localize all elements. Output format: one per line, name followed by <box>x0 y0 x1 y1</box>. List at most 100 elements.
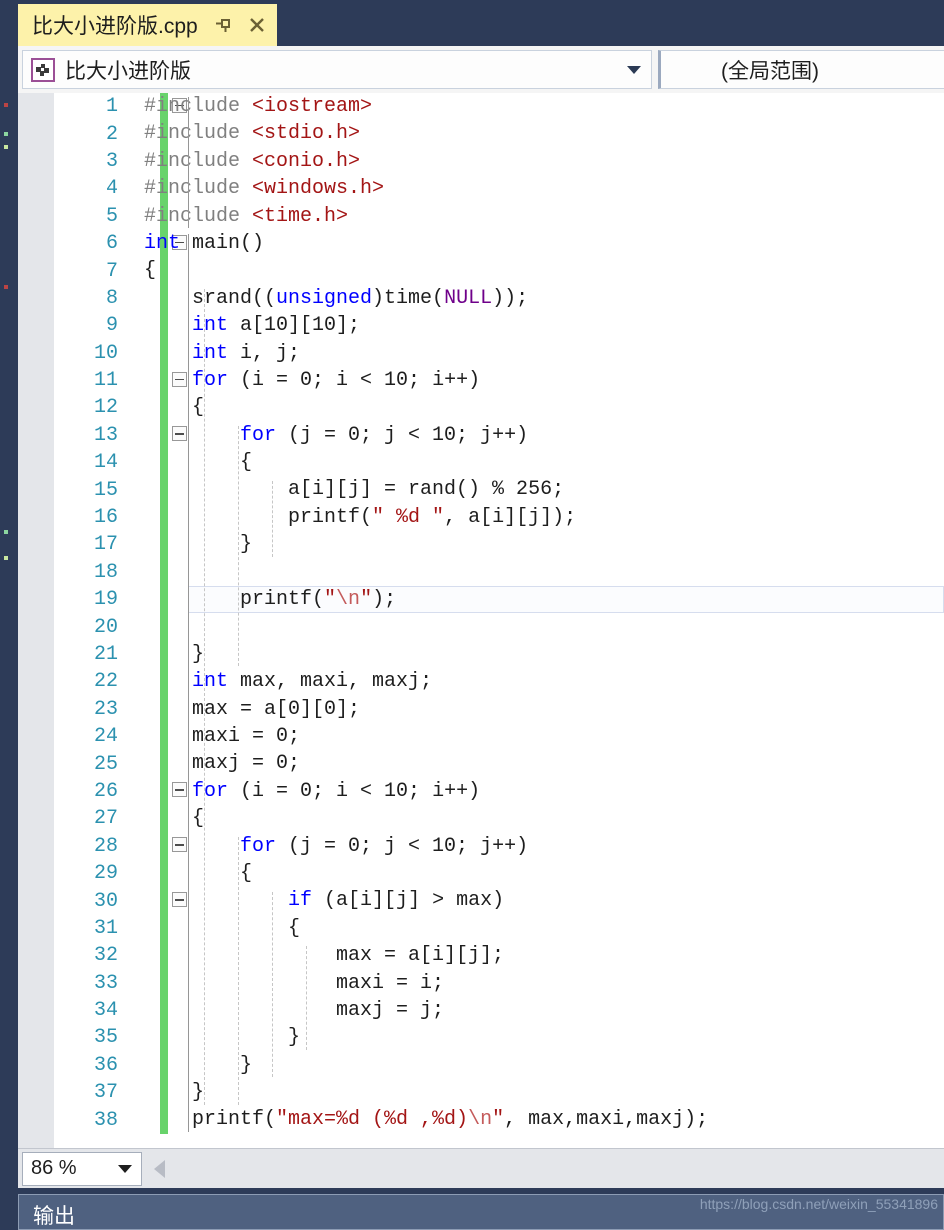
chevron-down-icon[interactable] <box>627 65 641 74</box>
code-line[interactable]: 9 int a[10][10]; <box>18 312 944 340</box>
chevron-down-icon[interactable] <box>118 1164 132 1173</box>
line-number: 17 <box>93 533 118 557</box>
tab-title: 比大小进阶版.cpp <box>32 15 198 38</box>
scroll-left-arrow-icon[interactable] <box>154 1159 165 1178</box>
code-text: } <box>144 1081 205 1105</box>
scope-dropdown-project[interactable]: 比大小进阶版 <box>22 50 652 89</box>
rail-marker <box>4 530 8 534</box>
close-icon[interactable] <box>247 15 267 35</box>
code-text: int i, j; <box>192 341 301 365</box>
code-text: #include <windows.h> <box>144 177 385 201</box>
code-line[interactable]: 29 { <box>18 859 944 888</box>
code-line[interactable]: 28 for (j = 0; j < 10; j++) <box>18 832 944 860</box>
line-number: 35 <box>93 1026 118 1050</box>
indent-guide <box>188 234 189 1133</box>
line-number: 6 <box>105 232 118 256</box>
line-number: 19 <box>93 588 118 612</box>
line-number: 13 <box>93 423 118 447</box>
rail-marker <box>4 103 8 107</box>
code-text: { <box>144 916 301 940</box>
code-text: { <box>144 259 157 283</box>
editor-navigation-bar: 比大小进阶版 (全局范围) <box>18 46 944 94</box>
code-text: { <box>144 396 205 420</box>
code-line[interactable]: 8 srand((unsigned)time(NULL)); <box>18 284 944 313</box>
code-line[interactable]: 7{ <box>18 257 944 285</box>
code-line[interactable]: 33 maxi = i; <box>18 969 944 997</box>
line-number: 26 <box>93 779 118 803</box>
code-line[interactable]: 37 } <box>18 1079 944 1107</box>
code-text: #include <conio.h> <box>144 149 361 173</box>
code-line[interactable]: 14 { <box>18 449 944 477</box>
code-text: printf("\n"); <box>144 588 397 612</box>
line-number: 8 <box>105 286 118 310</box>
code-line[interactable]: 34 maxj = j; <box>18 996 944 1025</box>
code-line[interactable]: 30 if (a[i][j] > max) <box>18 887 944 915</box>
code-line[interactable]: 6 int main() <box>18 229 944 258</box>
code-line[interactable]: 19 printf("\n"); <box>18 586 944 614</box>
code-line[interactable]: 24 maxi = 0; <box>18 722 944 751</box>
horizontal-scrollbar[interactable] <box>144 1149 944 1188</box>
line-number: 3 <box>105 149 118 173</box>
code-line[interactable]: 3 #include <conio.h> <box>18 147 944 176</box>
code-line[interactable]: 36 } <box>18 1051 944 1080</box>
line-number: 30 <box>93 889 118 913</box>
code-line[interactable]: 25 maxj = 0; <box>18 750 944 778</box>
line-number: 2 <box>105 122 118 146</box>
code-line[interactable]: 26 for (i = 0; i < 10; i++) <box>18 777 944 806</box>
pin-icon[interactable] <box>214 15 234 35</box>
line-number: 1 <box>105 95 118 119</box>
line-number: 20 <box>93 615 118 639</box>
code-line[interactable]: 16 printf(" %d ", a[i][j]); <box>18 503 944 532</box>
code-line[interactable]: 27 { <box>18 805 944 833</box>
code-line[interactable]: 20 <box>18 613 944 641</box>
code-text: { <box>144 451 253 475</box>
zoom-level-dropdown[interactable]: 86 % <box>22 1151 142 1186</box>
code-line[interactable]: 21 } <box>18 640 944 669</box>
scope-dropdown-member[interactable]: (全局范围) <box>658 50 944 89</box>
line-number: 29 <box>93 862 118 886</box>
indent-guide <box>272 480 273 557</box>
code-text: printf(" %d ", a[i][j]); <box>144 505 577 529</box>
line-number: 33 <box>93 971 118 995</box>
line-number: 34 <box>93 999 118 1023</box>
code-editor[interactable]: 1 #include <iostream> 2 #include <stdio.h> 3… <box>18 93 944 1148</box>
code-line[interactable]: 17 } <box>18 531 944 559</box>
editor-status-bar: 86 % <box>18 1148 944 1188</box>
line-number: 37 <box>93 1081 118 1105</box>
code-line[interactable]: 11 for (i = 0; i < 10; i++) <box>18 366 944 395</box>
line-number: 9 <box>105 314 118 338</box>
code-text: #include <stdio.h> <box>144 122 361 146</box>
code-line[interactable]: 18 <box>18 558 944 587</box>
code-text: } <box>144 1053 253 1077</box>
code-lines-container: 1 #include <iostream> 2 #include <stdio.h> 3… <box>18 93 944 1134</box>
document-tab-active[interactable]: 比大小进阶版.cpp <box>18 4 277 46</box>
code-text: maxj = 0; <box>144 752 301 776</box>
code-line[interactable]: 23 max = a[0][0]; <box>18 695 944 723</box>
code-line[interactable]: 15 a[i][j] = rand() % 256; <box>18 476 944 504</box>
zoom-level-label: 86 % <box>31 1157 77 1179</box>
line-number: 4 <box>105 177 118 201</box>
code-line[interactable]: 38 printf("max=%d (%d ,%d)\n", max,maxi,… <box>18 1106 944 1134</box>
code-line[interactable]: 10 int i, j; <box>18 339 944 367</box>
code-line[interactable]: 22 int max, maxi, maxj; <box>18 668 944 696</box>
code-text: int max, maxi, maxj; <box>192 670 433 694</box>
code-text: maxi = i; <box>144 971 445 995</box>
code-text: } <box>144 1026 301 1050</box>
scope-project-label: 比大小进阶版 <box>65 59 191 83</box>
code-line[interactable]: 12 { <box>18 394 944 422</box>
code-line[interactable]: 32 max = a[i][j]; <box>18 942 944 970</box>
code-line[interactable]: 5 #include <time.h> <box>18 202 944 230</box>
code-text: a[i][j] = rand() % 256; <box>144 478 565 502</box>
code-line[interactable]: 31 { <box>18 914 944 943</box>
code-line[interactable]: 35 } <box>18 1024 944 1052</box>
code-line[interactable]: 13 for (j = 0; j < 10; j++) <box>18 421 944 450</box>
code-line[interactable]: 2 #include <stdio.h> <box>18 120 944 148</box>
code-text: int main() <box>144 231 265 255</box>
code-line[interactable]: 1 #include <iostream> <box>18 93 944 121</box>
change-indicator <box>160 613 168 641</box>
code-text: { <box>144 861 253 885</box>
line-number: 27 <box>93 807 118 831</box>
code-text: maxi = 0; <box>144 724 301 748</box>
code-line[interactable]: 4 #include <windows.h> <box>18 175 944 203</box>
line-number: 28 <box>93 834 118 858</box>
